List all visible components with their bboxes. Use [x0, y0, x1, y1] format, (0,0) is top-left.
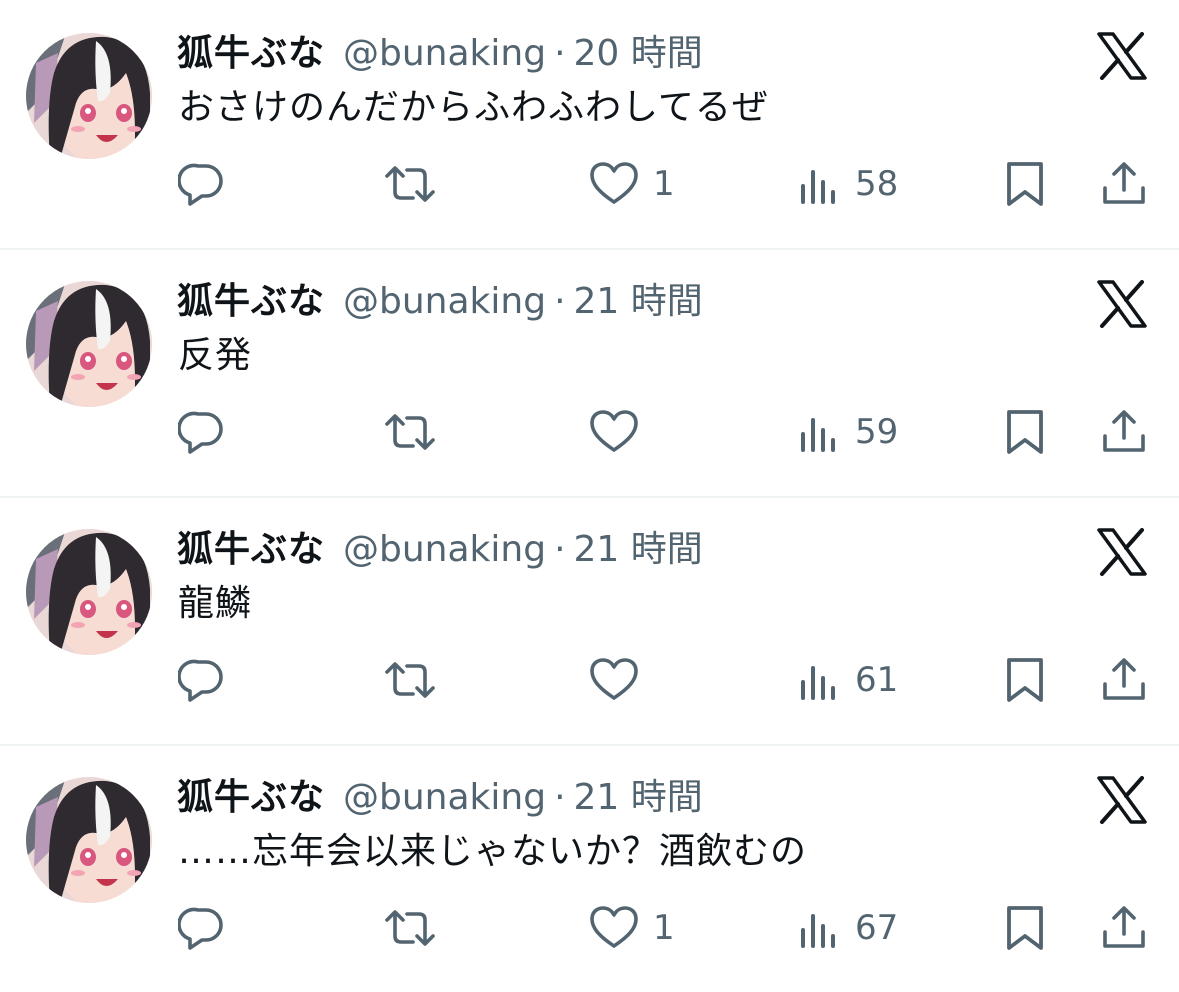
tweet-text: 反発 — [178, 335, 253, 376]
heart-icon — [589, 904, 639, 952]
tweet-text: 龍鱗 — [178, 583, 253, 624]
bookmark-icon — [1003, 160, 1047, 208]
tweet-text: ……忘年会以来じゃないか？酒飲むの — [178, 831, 808, 872]
views-icon — [797, 656, 841, 704]
x-logo-icon — [1096, 528, 1148, 576]
timestamp[interactable]: 21 時間 — [574, 772, 703, 824]
views-icon — [797, 408, 841, 456]
separator-dot: · — [554, 281, 566, 322]
share-button[interactable] — [1100, 156, 1148, 212]
heart-icon — [589, 160, 639, 208]
retweet-button[interactable] — [383, 404, 437, 460]
like-button[interactable]: 1 — [589, 900, 675, 956]
user-handle[interactable]: @bunaking — [343, 524, 546, 576]
tweet-actions: 1 58 — [0, 156, 1179, 212]
reply-icon — [178, 904, 226, 952]
x-logo-icon — [1096, 776, 1148, 824]
tweet-text: おさけのんだからふわふわしてるぜ — [178, 87, 769, 128]
bookmark-button[interactable] — [1003, 652, 1047, 708]
retweet-icon — [383, 408, 437, 456]
like-button[interactable]: 1 — [589, 156, 675, 212]
separator-dot: · — [554, 777, 566, 818]
display-name[interactable]: 狐牛ぶな — [177, 276, 325, 328]
share-icon — [1100, 408, 1148, 456]
user-handle[interactable]: @bunaking — [343, 276, 546, 328]
x-logo-icon — [1096, 32, 1148, 80]
bookmark-icon — [1003, 656, 1047, 704]
separator-dot: · — [554, 33, 566, 74]
tweet-header: 狐牛ぶな @bunaking · 21 時間 — [177, 772, 703, 824]
share-button[interactable] — [1100, 652, 1148, 708]
retweet-button[interactable] — [383, 156, 437, 212]
display-name[interactable]: 狐牛ぶな — [177, 28, 325, 80]
view-count: 59 — [855, 412, 899, 452]
timestamp[interactable]: 21 時間 — [574, 524, 703, 576]
share-icon — [1100, 656, 1148, 704]
reply-icon — [178, 656, 226, 704]
retweet-button[interactable] — [383, 900, 437, 956]
share-button[interactable] — [1100, 900, 1148, 956]
views-button[interactable]: 67 — [797, 900, 898, 956]
bookmark-button[interactable] — [1003, 404, 1047, 460]
views-icon — [797, 904, 841, 952]
user-handle[interactable]: @bunaking — [343, 28, 546, 80]
bookmark-icon — [1003, 904, 1047, 952]
share-icon — [1100, 904, 1148, 952]
bookmark-button[interactable] — [1003, 900, 1047, 956]
like-button[interactable] — [589, 652, 653, 708]
tweet[interactable]: 狐牛ぶな @bunaking · 21 時間 龍鱗 61 — [0, 496, 1179, 744]
retweet-button[interactable] — [383, 652, 437, 708]
avatar[interactable] — [26, 529, 152, 655]
views-button[interactable]: 58 — [797, 156, 898, 212]
avatar[interactable] — [26, 777, 152, 903]
tweet[interactable]: 狐牛ぶな @bunaking · 21 時間 反発 59 — [0, 248, 1179, 496]
timestamp[interactable]: 21 時間 — [574, 276, 703, 328]
view-count: 61 — [855, 660, 899, 700]
reply-button[interactable] — [178, 900, 226, 956]
bookmark-icon — [1003, 408, 1047, 456]
retweet-icon — [383, 656, 437, 704]
share-icon — [1100, 160, 1148, 208]
tweet-header: 狐牛ぶな @bunaking · 21 時間 — [177, 276, 703, 328]
like-count: 1 — [653, 908, 675, 948]
tweet-actions: 1 67 — [0, 900, 1179, 956]
views-icon — [797, 160, 841, 208]
tweet[interactable]: 狐牛ぶな @bunaking · 21 時間 ……忘年会以来じゃないか？酒飲むの — [0, 744, 1179, 992]
x-logo-icon — [1096, 280, 1148, 328]
reply-button[interactable] — [178, 404, 226, 460]
user-handle[interactable]: @bunaking — [343, 772, 546, 824]
reply-icon — [178, 160, 226, 208]
tweet-header: 狐牛ぶな @bunaking · 20 時間 — [177, 28, 703, 80]
heart-icon — [589, 656, 639, 704]
tweet[interactable]: 狐牛ぶな @bunaking · 20 時間 おさけのんだからふわふわしてるぜ — [0, 0, 1179, 248]
retweet-icon — [383, 904, 437, 952]
reply-icon — [178, 408, 226, 456]
tweet-feed: 狐牛ぶな @bunaking · 20 時間 おさけのんだからふわふわしてるぜ — [0, 0, 1179, 991]
bookmark-button[interactable] — [1003, 156, 1047, 212]
like-count: 1 — [653, 164, 675, 204]
timestamp[interactable]: 20 時間 — [574, 28, 703, 80]
display-name[interactable]: 狐牛ぶな — [177, 772, 325, 824]
reply-button[interactable] — [178, 652, 226, 708]
tweet-header: 狐牛ぶな @bunaking · 21 時間 — [177, 524, 703, 576]
like-button[interactable] — [589, 404, 653, 460]
view-count: 58 — [855, 164, 899, 204]
views-button[interactable]: 61 — [797, 652, 898, 708]
share-button[interactable] — [1100, 404, 1148, 460]
views-button[interactable]: 59 — [797, 404, 898, 460]
view-count: 67 — [855, 908, 899, 948]
tweet-actions: 61 — [0, 652, 1179, 708]
heart-icon — [589, 408, 639, 456]
tweet-actions: 59 — [0, 404, 1179, 460]
avatar[interactable] — [26, 281, 152, 407]
reply-button[interactable] — [178, 156, 226, 212]
separator-dot: · — [554, 529, 566, 570]
display-name[interactable]: 狐牛ぶな — [177, 524, 325, 576]
avatar[interactable] — [26, 33, 152, 159]
retweet-icon — [383, 160, 437, 208]
